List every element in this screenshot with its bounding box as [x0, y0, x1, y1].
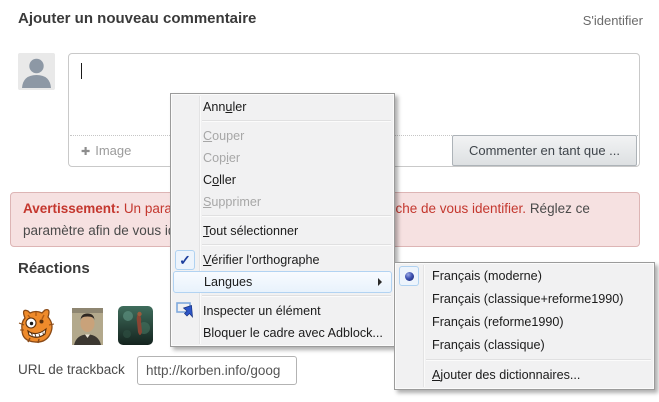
menu-item-label: Couper [203, 129, 244, 143]
comment-page: Ajouter un nouveau commentaire S'identif… [0, 0, 659, 402]
menu-item-ajouter-des-dictionnaires[interactable]: Ajouter des dictionnaires... [396, 364, 653, 387]
menu-item-verifier-l-orthographe[interactable]: ✓ Vérifier l'orthographe [172, 249, 393, 271]
menu-item-label: Français (moderne) [432, 269, 542, 283]
submenu-arrow-icon [378, 278, 382, 286]
text-caret [81, 63, 82, 79]
menu-item-francais-reforme1990[interactable]: Français (reforme1990) [396, 311, 653, 334]
language-submenu: Français (moderne) Français (classique+re… [394, 262, 655, 390]
plus-icon: ✚ [81, 146, 90, 158]
menu-item-annuler[interactable]: Annuler [172, 96, 393, 118]
menu-item-couper: Couper [172, 125, 393, 147]
checkmark-icon: ✓ [175, 249, 197, 271]
menu-separator [202, 295, 391, 297]
page-title: Ajouter un nouveau commentaire [18, 10, 256, 27]
user-avatar [18, 53, 55, 90]
menu-separator [202, 215, 391, 217]
reaction-avatars [16, 303, 153, 345]
menu-separator [202, 244, 391, 246]
menu-item-francais-classique[interactable]: Français (classique) [396, 334, 653, 357]
menu-item-bloquer-le-cadre-avec-adblock[interactable]: Bloquer le cadre avec Adblock... [172, 322, 393, 344]
menu-item-label: Langues [204, 275, 252, 289]
reaction-avatar-art[interactable] [118, 306, 153, 345]
menu-item-label: Français (reforme1990) [432, 315, 564, 329]
warning-label: Avertissement: [23, 201, 120, 216]
reactions-title: Réactions [18, 260, 90, 277]
trackback-label: URL de trackback [18, 362, 125, 377]
menu-item-label: Français (classique) [432, 338, 545, 352]
signin-link[interactable]: S'identifier [583, 13, 643, 28]
add-image-label: Image [95, 143, 131, 158]
inspector-icon [175, 300, 197, 322]
reaction-avatar-cat[interactable] [16, 303, 57, 345]
menu-item-label: Copier [203, 151, 240, 165]
menu-item-label: Annuler [203, 100, 246, 114]
menu-item-label: Tout sélectionner [203, 224, 298, 238]
menu-item-label: Français (classique+reforme1990) [432, 292, 623, 306]
menu-item-label: Coller [203, 173, 236, 187]
context-menu: Annuler Couper Copier Coller Supprimer Tout s… [170, 93, 395, 347]
comment-as-button[interactable]: Commenter en tant que ... [452, 135, 637, 166]
menu-item-inspecter-un-element[interactable]: Inspecter un élément [172, 300, 393, 322]
person-icon [18, 53, 55, 90]
radio-selected-icon [399, 265, 421, 287]
menu-item-label: Bloquer le cadre avec Adblock... [203, 326, 383, 340]
add-image-button[interactable]: ✚ Image [81, 143, 131, 158]
menu-item-francais-classique-reforme1990[interactable]: Français (classique+reforme1990) [396, 288, 653, 311]
menu-item-tout-selectionner[interactable]: Tout sélectionner [172, 220, 393, 242]
reaction-avatar-man[interactable] [72, 308, 103, 345]
trackback-input[interactable] [137, 356, 297, 385]
menu-item-label: Ajouter des dictionnaires... [432, 368, 580, 382]
menu-separator [202, 120, 391, 122]
menu-item-label: Inspecter un élément [203, 304, 321, 318]
menu-separator [426, 359, 651, 361]
menu-item-supprimer: Supprimer [172, 191, 393, 213]
menu-item-copier: Copier [172, 147, 393, 169]
menu-item-langues[interactable]: Langues [173, 271, 392, 293]
menu-item-coller[interactable]: Coller [172, 169, 393, 191]
menu-item-francais-moderne[interactable]: Français (moderne) [396, 265, 653, 288]
menu-item-label: Vérifier l'orthographe [203, 253, 320, 267]
menu-item-label: Supprimer [203, 195, 261, 209]
